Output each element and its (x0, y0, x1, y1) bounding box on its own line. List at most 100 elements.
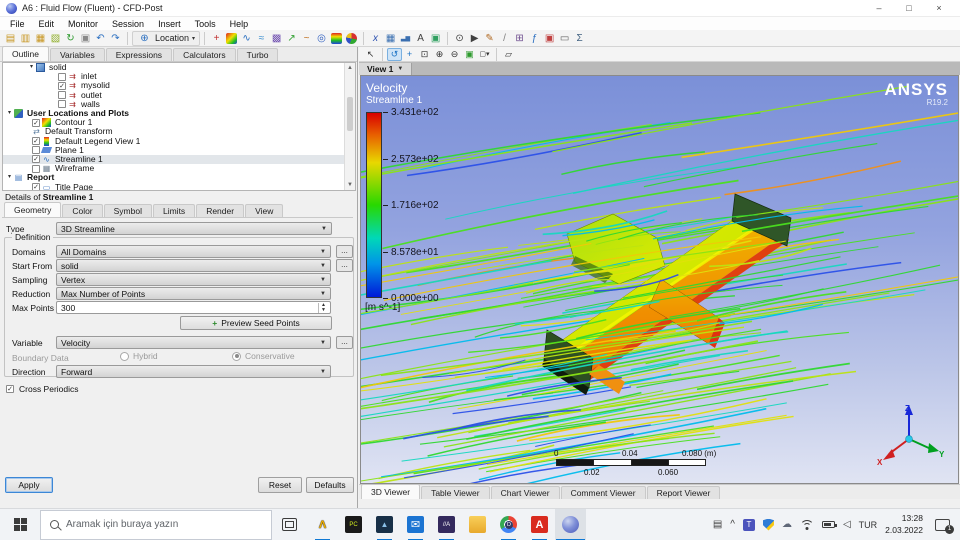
wifi-icon[interactable] (799, 519, 814, 530)
viewer-tab-report-viewer[interactable]: Report Viewer (646, 486, 721, 499)
scroll-thumb[interactable] (347, 97, 353, 131)
expander-icon[interactable]: ▾ (5, 173, 14, 182)
tab-expressions[interactable]: Expressions (105, 48, 173, 61)
print-icon[interactable]: ▭ (557, 31, 572, 46)
search-input[interactable] (66, 519, 262, 530)
menu-insert[interactable]: Insert (151, 19, 188, 29)
start-from-dropdown[interactable]: solid ▼ (56, 259, 331, 272)
sampling-dropdown[interactable]: Vertex ▼ (56, 273, 331, 286)
comment-icon[interactable]: A (413, 31, 428, 46)
details-tab-limits[interactable]: Limits (152, 204, 196, 217)
maximize-button[interactable]: □ (894, 0, 924, 16)
rotate-icon[interactable]: ↺ (387, 47, 402, 61)
tree-scrollbar[interactable]: ▲ ▼ (344, 63, 355, 190)
variable-more-button[interactable]: ... (336, 336, 353, 349)
zoom-out-icon[interactable]: ⊖ (447, 48, 462, 61)
tree-checkbox[interactable] (58, 91, 66, 100)
tab-calculators[interactable]: Calculators (173, 48, 236, 61)
redo-icon[interactable]: ↷ (108, 31, 123, 46)
close-button[interactable]: × (924, 0, 954, 16)
function-calculator-icon[interactable]: ƒ (527, 31, 542, 46)
tree-checkbox[interactable]: ✓ (32, 155, 40, 164)
pan-icon[interactable]: + (402, 48, 417, 61)
preview-seed-points-button[interactable]: + Preview Seed Points (180, 316, 332, 330)
viewport-3d[interactable]: Velocity Streamline 1 3.431e+02 2.573e+02… (360, 75, 959, 484)
scroll-up-icon[interactable]: ▲ (345, 63, 355, 73)
details-tab-symbol[interactable]: Symbol (103, 204, 152, 217)
menu-edit[interactable]: Edit (32, 19, 62, 29)
contour-icon[interactable] (226, 32, 238, 44)
globe-icon[interactable]: ⊕ (137, 31, 152, 46)
reduction-dropdown[interactable]: Max Number of Points ▼ (56, 287, 331, 300)
menu-help[interactable]: Help (223, 19, 256, 29)
expander-icon[interactable]: ▾ (27, 63, 36, 72)
calculators-icon[interactable]: ⊞ (512, 31, 527, 46)
teams-icon[interactable]: T (742, 518, 755, 531)
tree-item-solid[interactable]: ▾ solid (3, 63, 355, 73)
figure-icon[interactable]: ▣ (428, 31, 443, 46)
open-case-icon[interactable]: ▤ (3, 31, 18, 46)
viewport-transform-icon[interactable]: ▱ (501, 48, 516, 61)
defaults-button[interactable]: Defaults (306, 477, 354, 493)
scroll-down-icon[interactable]: ▼ (345, 180, 355, 190)
viewer-tab-comment-viewer[interactable]: Comment Viewer (560, 486, 646, 499)
domains-more-button[interactable]: ... (336, 245, 353, 258)
tree-checkbox[interactable] (32, 146, 40, 155)
particle-track-icon[interactable]: ~ (299, 31, 314, 46)
task-view-icon[interactable] (282, 518, 297, 531)
viewer-tab-3d-viewer[interactable]: 3D Viewer (361, 484, 421, 499)
load-state-icon[interactable]: ▥ (18, 31, 33, 46)
macro-calculator-icon[interactable]: Σ (572, 31, 587, 46)
save-state-icon[interactable]: ▦ (33, 31, 48, 46)
taskbar-clock[interactable]: 13:28 2.03.2022 (885, 513, 923, 535)
vector-icon[interactable]: ↗ (284, 31, 299, 46)
spinner-arrows-icon[interactable]: ▲ ▼ (318, 302, 326, 313)
taskbar-search[interactable] (40, 509, 272, 540)
table-icon[interactable]: ▦ (383, 31, 398, 46)
app-pycharm[interactable]: PC (338, 509, 369, 540)
menu-tools[interactable]: Tools (188, 19, 223, 29)
probe-icon[interactable]: / (497, 31, 512, 46)
reset-button[interactable]: Reset (258, 477, 302, 493)
news-widget-icon[interactable]: ▤ (713, 519, 722, 530)
pie-chart-icon[interactable] (346, 32, 358, 44)
domains-dropdown[interactable]: All Domains ▼ (56, 245, 331, 258)
start-from-more-button[interactable]: ... (336, 259, 353, 272)
tree-item-mysolid[interactable]: ✓ ⇉ mysolid (3, 81, 355, 90)
hybrid-radio[interactable]: Hybrid (120, 351, 158, 361)
language-indicator[interactable]: TUR (859, 520, 878, 530)
tree-checkbox[interactable]: ✓ (32, 183, 40, 190)
menu-monitor[interactable]: Monitor (61, 19, 105, 29)
tree-item-wireframe[interactable]: ▦ Wireframe (3, 164, 355, 173)
type-dropdown[interactable]: 3D Streamline ▼ (56, 222, 332, 235)
app-acrobat[interactable]: A (524, 509, 555, 540)
volume-rendering-icon[interactable]: ▩ (269, 31, 284, 46)
zoom-box-icon[interactable]: ⊡ (417, 48, 432, 61)
chart-icon[interactable]: ▃▆ (398, 31, 413, 46)
expression-icon[interactable]: x (368, 31, 383, 46)
apply-button[interactable]: Apply (5, 477, 53, 493)
animation-icon[interactable]: ▶ (467, 31, 482, 46)
tree-checkbox[interactable] (58, 72, 66, 81)
max-points-stepper[interactable]: 300 ▲ ▼ (56, 301, 331, 314)
tray-expand-icon[interactable]: ^ (730, 519, 735, 530)
app-ansys[interactable]: Λ (307, 509, 338, 540)
details-tab-color[interactable]: Color (62, 204, 103, 217)
fit-view-icon[interactable]: ▣ (462, 48, 477, 61)
tab-turbo[interactable]: Turbo (236, 48, 279, 61)
viewport-layout-icon[interactable]: ▢▾ (477, 48, 492, 61)
surface-streamline-icon[interactable]: ≈ (254, 31, 269, 46)
save-picture-icon[interactable]: ▣ (542, 31, 557, 46)
save-project-icon[interactable]: ▧ (48, 31, 63, 46)
variable-dropdown[interactable]: Velocity ▼ (56, 336, 331, 349)
expander-icon[interactable]: ▾ (5, 109, 14, 118)
viewer-tab-chart-viewer[interactable]: Chart Viewer (490, 486, 560, 499)
app-explorer[interactable] (462, 509, 493, 540)
app-chrome[interactable]: D (493, 509, 524, 540)
volume-icon[interactable]: ◁ (843, 519, 851, 530)
start-button[interactable] (0, 509, 40, 540)
defender-shield-icon[interactable] (762, 518, 774, 531)
tab-variables[interactable]: Variables (49, 48, 105, 61)
cross-periodics-checkbox[interactable]: ✓ Cross Periodics (6, 384, 79, 394)
streamline-icon[interactable]: ∿ (239, 31, 254, 46)
